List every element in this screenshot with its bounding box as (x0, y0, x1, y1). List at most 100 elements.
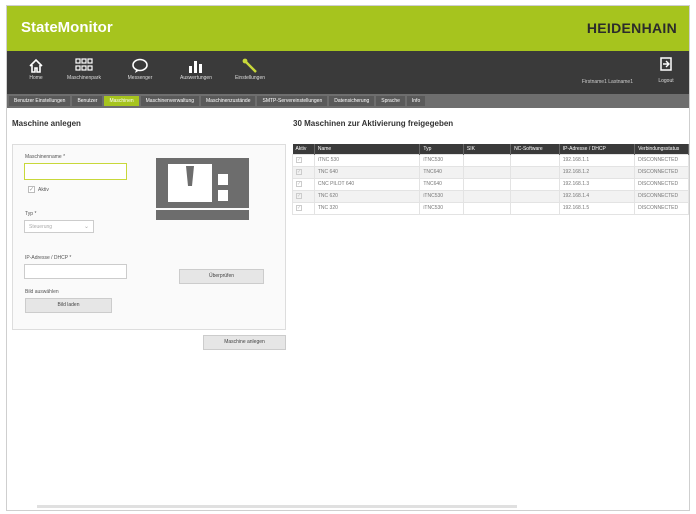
row-active-checkbox[interactable]: ✓ (296, 205, 302, 211)
row-status: DISCONNECTED (634, 165, 689, 179)
wrench-icon (223, 58, 277, 74)
nav-home[interactable]: Home (9, 56, 63, 92)
col-active[interactable]: Aktiv (292, 144, 315, 154)
app-title: StateMonitor (21, 19, 113, 36)
load-image-button[interactable]: Bild laden (25, 298, 112, 313)
tab-benutzer[interactable]: Benutzer (72, 96, 103, 106)
nav-einstellungen-label: Einstellungen (234, 75, 266, 81)
home-icon (9, 58, 63, 74)
row-active-checkbox[interactable]: ✓ (296, 193, 302, 199)
create-machine-button[interactable]: Maschine anlegen (203, 335, 286, 350)
row-active-checkbox[interactable]: ✓ (296, 169, 302, 175)
tab-maschinenverwaltung[interactable]: Maschinenverwaltung (140, 96, 199, 106)
table-row[interactable]: ✓ CNC PILOT 640 TNC640 192.168.1.3 DISCO… (292, 177, 689, 191)
row-ip: 192.168.1.2 (558, 165, 636, 179)
nav-einstellungen[interactable]: Einstellungen (223, 56, 277, 92)
brand-logo: HEIDENHAIN (586, 20, 677, 36)
col-ip[interactable]: IP-Adresse / DHCP (559, 144, 636, 154)
table-row[interactable]: ✓ TNC 320 iTNC530 192.168.1.5 DISCONNECT… (292, 201, 689, 215)
row-nc (510, 165, 560, 179)
chevron-down-icon: ⌄ (83, 224, 89, 230)
col-type[interactable]: Typ (419, 144, 464, 154)
tab-info[interactable]: Info (406, 96, 426, 106)
type-select[interactable]: Steuerung ⌄ (24, 220, 94, 233)
row-active-cell[interactable]: ✓ (292, 201, 315, 215)
row-type: TNC640 (419, 177, 464, 191)
ip-label: IP-Adresse / DHCP * (25, 255, 72, 261)
row-status: DISCONNECTED (634, 153, 689, 167)
tab-datensicherung[interactable]: Datensicherung (329, 96, 375, 106)
nav-messenger[interactable]: Messenger (113, 56, 167, 92)
row-nc (510, 177, 560, 191)
nav-auswertungen[interactable]: Auswertungen (169, 56, 223, 92)
row-active-cell[interactable]: ✓ (292, 189, 315, 203)
row-sik (462, 201, 512, 215)
tab-benutzer-einstellungen[interactable]: Benutzer Einstellungen (9, 96, 71, 106)
top-bar: StateMonitor HEIDENHAIN (7, 6, 689, 51)
image-label: Bild auswählen (25, 289, 59, 295)
row-sik (462, 153, 512, 167)
table-row[interactable]: ✓ iTNC 530 iTNC530 192.168.1.1 DISCONNEC… (292, 153, 689, 167)
table-header-row: Aktiv Name Typ SIK NC-Software IP-Adress… (292, 144, 689, 154)
col-nc-software[interactable]: NC-Software (510, 144, 560, 154)
app-window: StateMonitor HEIDENHAIN Home Maschinenpa… (6, 5, 690, 511)
machines-table: Aktiv Name Typ SIK NC-Software IP-Adress… (292, 144, 689, 215)
table-row[interactable]: ✓ TNC 620 iTNC530 192.168.1.4 DISCONNECT… (292, 189, 689, 203)
row-nc (510, 189, 560, 203)
row-status: DISCONNECTED (634, 201, 689, 215)
row-name: TNC 320 (313, 201, 421, 215)
logout-icon (659, 57, 673, 76)
form-title: Maschine anlegen (12, 119, 81, 128)
row-type: iTNC530 (419, 201, 464, 215)
user-name: Firstname1 Lastname1 (581, 79, 633, 85)
row-type: iTNC530 (419, 189, 464, 203)
type-label: Typ * (25, 211, 37, 217)
machines-title: 30 Maschinen zur Aktivierung freigegeben (293, 119, 454, 128)
col-sik[interactable]: SIK (463, 144, 512, 154)
row-active-checkbox[interactable]: ✓ (296, 157, 302, 163)
tab-smtp[interactable]: SMTP-Servereinstellungen (257, 96, 328, 106)
row-ip: 192.168.1.5 (558, 201, 636, 215)
horizontal-scrollbar[interactable] (37, 505, 517, 508)
col-status[interactable]: Verbindungsstatus (634, 144, 689, 154)
row-active-cell[interactable]: ✓ (292, 165, 315, 179)
row-active-cell[interactable]: ✓ (292, 153, 315, 167)
row-sik (462, 189, 512, 203)
row-sik (462, 177, 512, 191)
row-type: TNC640 (419, 165, 464, 179)
logout-label: Logout (658, 78, 674, 84)
tab-maschinen[interactable]: Maschinen (104, 96, 139, 106)
bar-chart-icon (169, 58, 223, 74)
row-sik (462, 165, 512, 179)
machine-name-input[interactable] (24, 163, 127, 180)
check-button[interactable]: Überprüfen (179, 269, 264, 284)
machine-image (152, 158, 255, 222)
row-ip: 192.168.1.1 (558, 153, 636, 167)
settings-tabs: Benutzer Einstellungen Benutzer Maschine… (7, 94, 689, 108)
tab-maschinenzustaende[interactable]: Maschinenzustände (201, 96, 256, 106)
col-name[interactable]: Name (314, 144, 421, 154)
tab-sprache[interactable]: Sprache (376, 96, 405, 106)
row-active-checkbox[interactable]: ✓ (296, 181, 302, 187)
nav-maschinenpark-label: Maschinenpark (67, 75, 101, 81)
chat-icon (113, 58, 167, 74)
row-nc (510, 201, 560, 215)
ip-address-input[interactable] (24, 264, 127, 279)
table-row[interactable]: ✓ TNC 640 TNC640 192.168.1.2 DISCONNECTE… (292, 165, 689, 179)
row-nc (510, 153, 560, 167)
nav-maschinenpark[interactable]: Maschinenpark (57, 56, 111, 92)
grid-icon (57, 58, 111, 74)
name-label: Maschinenname * (25, 154, 66, 160)
row-ip: 192.168.1.4 (558, 189, 636, 203)
row-status: DISCONNECTED (634, 189, 689, 203)
row-name: TNC 620 (313, 189, 421, 203)
row-active-cell[interactable]: ✓ (292, 177, 315, 191)
row-name: CNC PILOT 640 (313, 177, 421, 191)
nav-home-label: Home (29, 75, 43, 81)
active-label: Aktiv (38, 187, 49, 193)
logout-button[interactable]: Logout (647, 56, 685, 84)
active-checkbox[interactable]: ✓ (28, 186, 35, 193)
main-nav: Home Maschinenpark Messenger Auswertunge… (7, 51, 689, 94)
row-name: TNC 640 (313, 165, 421, 179)
nav-auswertungen-label: Auswertungen (180, 75, 212, 81)
